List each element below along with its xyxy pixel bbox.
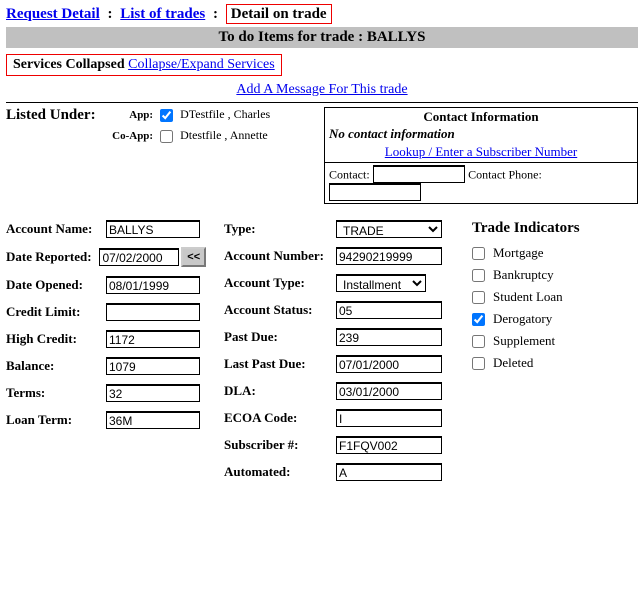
balance-label: Balance:	[6, 358, 106, 374]
trade-indicator-checkbox-mortgage[interactable]	[472, 247, 485, 260]
automated-input[interactable]	[336, 463, 442, 481]
loan-term-input[interactable]	[106, 411, 200, 429]
contact-phone-input[interactable]	[329, 183, 421, 201]
last-past-due-input[interactable]	[336, 355, 442, 373]
past-due-input[interactable]	[336, 328, 442, 346]
dla-label: DLA:	[224, 383, 336, 399]
trade-indicator-row: Derogatory	[472, 311, 622, 327]
trade-indicator-checkbox-bankruptcy[interactable]	[472, 269, 485, 282]
balance-input[interactable]	[106, 357, 200, 375]
trade-indicator-checkbox-supplement[interactable]	[472, 335, 485, 348]
coapp-label: Co-App:	[107, 130, 153, 142]
trade-indicator-label: Deleted	[493, 355, 533, 371]
date-opened-input[interactable]	[106, 276, 200, 294]
trade-indicator-row: Mortgage	[472, 245, 622, 261]
account-type-select[interactable]: Installment	[336, 274, 426, 292]
trade-indicator-checkbox-derogatory[interactable]	[472, 313, 485, 326]
services-box: Services Collapsed Collapse/Expand Servi…	[6, 54, 282, 76]
past-due-label: Past Due:	[224, 329, 336, 345]
trade-indicators-column: Trade Indicators Mortgage Bankruptcy Stude…	[472, 220, 622, 490]
trade-indicator-label: Supplement	[493, 333, 555, 349]
breadcrumb: Request Detail : List of trades : Detail…	[6, 4, 638, 25]
account-type-label: Account Type:	[224, 275, 336, 291]
divider	[6, 102, 638, 103]
trade-indicator-row: Supplement	[472, 333, 622, 349]
subscriber-label: Subscriber #:	[224, 437, 336, 453]
app-name: DTestfile , Charles	[180, 107, 270, 121]
date-reported-prev-button[interactable]: <<	[181, 247, 206, 267]
trade-indicator-label: Bankruptcy	[493, 267, 554, 283]
services-toggle-link[interactable]: Collapse/Expand Services	[128, 57, 275, 72]
contact-label: Contact:	[329, 168, 370, 182]
contact-phone-label: Contact Phone:	[468, 168, 542, 182]
account-status-input[interactable]	[336, 301, 442, 319]
type-select[interactable]: TRADE	[336, 220, 442, 238]
todo-title-bar: To do Items for trade : BALLYS	[6, 27, 638, 48]
contact-none-text: No contact information	[325, 126, 637, 144]
type-label: Type:	[224, 221, 336, 237]
services-collapsed-label: Services Collapsed	[13, 57, 125, 72]
date-opened-label: Date Opened:	[6, 277, 106, 293]
loan-term-label: Loan Term:	[6, 412, 106, 428]
trade-indicator-row: Bankruptcy	[472, 267, 622, 283]
contact-info-title: Contact Information	[325, 108, 637, 126]
dla-input[interactable]	[336, 382, 442, 400]
breadcrumb-sep: :	[104, 6, 117, 22]
account-number-input[interactable]	[336, 247, 442, 265]
trade-indicator-label: Mortgage	[493, 245, 544, 261]
app-checkbox[interactable]	[160, 109, 173, 122]
contact-info-box: Contact Information No contact informati…	[324, 107, 638, 204]
ecoa-label: ECOA Code:	[224, 410, 336, 426]
coapp-name: Dtestfile , Annette	[180, 128, 268, 142]
terms-input[interactable]	[106, 384, 200, 402]
last-past-due-label: Last Past Due:	[224, 356, 336, 372]
add-message-link[interactable]: Add A Message For This trade	[236, 82, 407, 97]
breadcrumb-request-detail[interactable]: Request Detail	[6, 6, 100, 22]
contact-fields-row: Contact: Contact Phone:	[325, 162, 637, 203]
left-column: Account Name: Date Reported: << Date Ope…	[6, 220, 206, 490]
credit-limit-input[interactable]	[106, 303, 200, 321]
app-label: App:	[107, 109, 153, 121]
account-name-input[interactable]	[106, 220, 200, 238]
automated-label: Automated:	[224, 464, 336, 480]
ecoa-input[interactable]	[336, 409, 442, 427]
high-credit-label: High Credit:	[6, 331, 106, 347]
subscriber-input[interactable]	[336, 436, 442, 454]
breadcrumb-list-of-trades[interactable]: List of trades	[120, 6, 205, 22]
trade-indicator-checkbox-deleted[interactable]	[472, 357, 485, 370]
date-reported-label: Date Reported:	[6, 249, 99, 265]
terms-label: Terms:	[6, 385, 106, 401]
coapp-checkbox[interactable]	[160, 130, 173, 143]
contact-input[interactable]	[373, 165, 465, 183]
trade-indicator-label: Student Loan	[493, 289, 563, 305]
listed-under-title: Listed Under:	[6, 107, 96, 124]
account-status-label: Account Status:	[224, 302, 336, 318]
date-reported-input[interactable]	[99, 248, 179, 266]
coapp-row: Co-App: Dtestfile , Annette	[107, 128, 270, 143]
breadcrumb-detail-on-trade: Detail on trade	[226, 4, 332, 24]
trade-indicator-row: Deleted	[472, 355, 622, 371]
middle-column: Type: TRADE Account Number: Account Type…	[224, 220, 454, 490]
trade-indicator-checkbox-student-loan[interactable]	[472, 291, 485, 304]
trade-indicator-label: Derogatory	[493, 311, 552, 327]
account-name-label: Account Name:	[6, 221, 106, 237]
breadcrumb-sep: :	[209, 6, 222, 22]
app-row: App: DTestfile , Charles	[107, 107, 270, 122]
account-number-label: Account Number:	[224, 248, 336, 264]
high-credit-input[interactable]	[106, 330, 200, 348]
contact-lookup-link[interactable]: Lookup / Enter a Subscriber Number	[385, 144, 577, 159]
trade-indicator-row: Student Loan	[472, 289, 622, 305]
trade-indicators-title: Trade Indicators	[472, 220, 622, 237]
credit-limit-label: Credit Limit:	[6, 304, 106, 320]
